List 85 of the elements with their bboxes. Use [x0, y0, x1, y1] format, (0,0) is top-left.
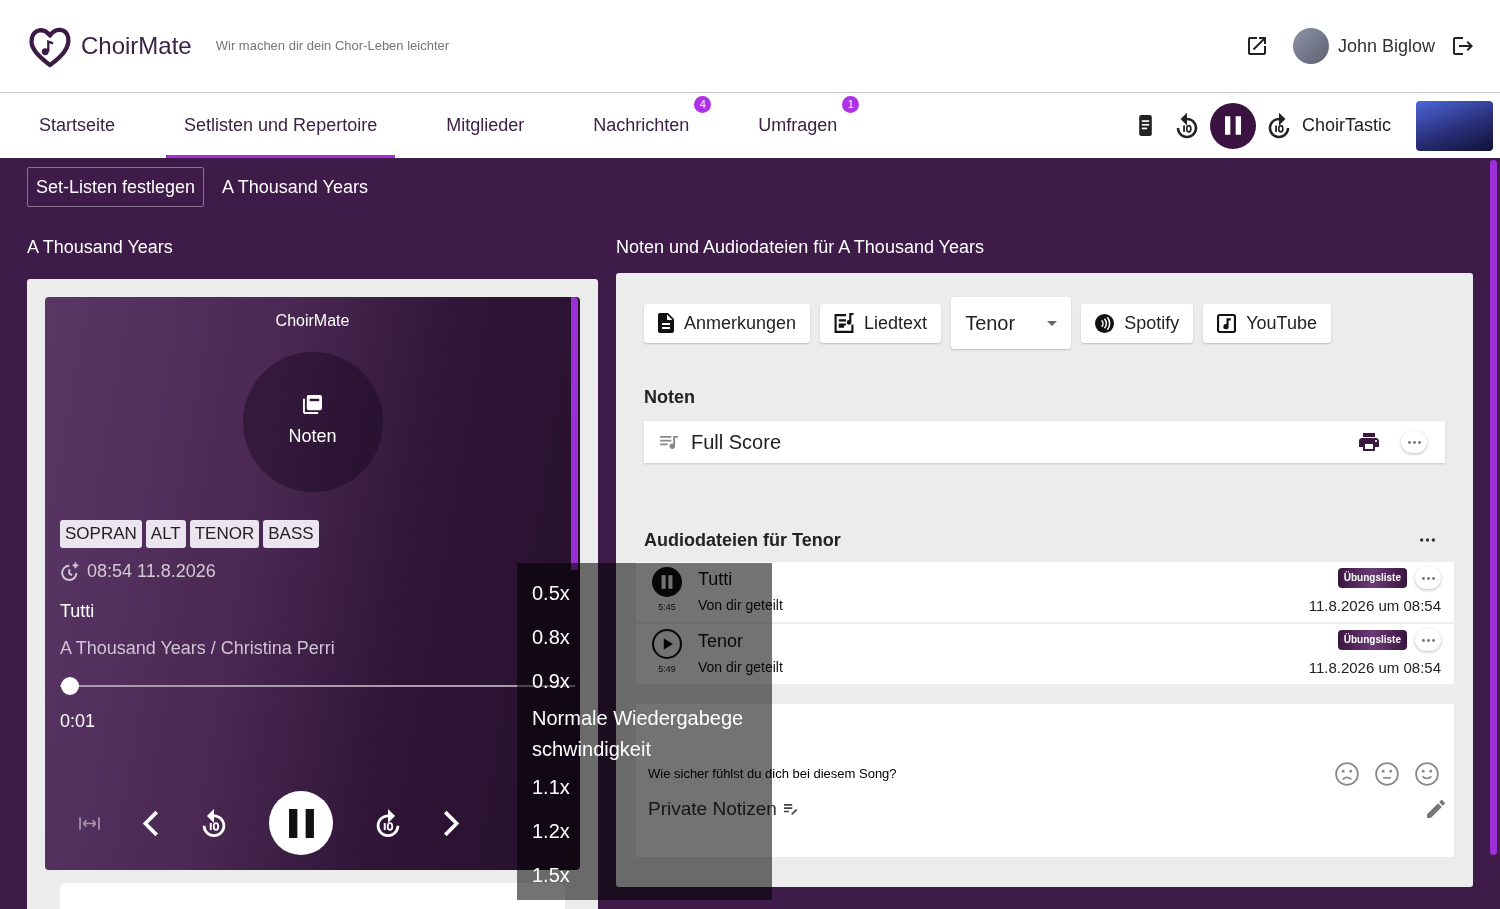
voice-chip[interactable]: ALT [145, 520, 186, 548]
caret-icon [1047, 320, 1058, 326]
voice-dropdown[interactable]: Tenor [951, 297, 1072, 349]
phone-icon[interactable] [1138, 115, 1152, 136]
edit-notes-icon [783, 803, 798, 815]
neutral-face-icon[interactable] [1375, 762, 1399, 786]
section-heading: Noten und Audiodateien für A Thousand Years [616, 236, 985, 258]
more-icon [1407, 440, 1421, 444]
nav-tab[interactable]: Startseite [21, 93, 134, 158]
replay-icon[interactable] [202, 808, 226, 838]
sad-face-icon[interactable] [1335, 762, 1359, 786]
count-badge: 1 [842, 96, 860, 113]
voice-chip[interactable]: SOPRAN [60, 520, 142, 548]
shared-date: 11.8.2026 um 08:54 [1308, 659, 1441, 677]
pencil-icon[interactable] [1427, 800, 1445, 818]
audio-title: Tenor [698, 630, 745, 652]
sound-circle-icon [1095, 313, 1115, 333]
more-icon[interactable] [1420, 538, 1435, 542]
player-brand: ChoirMate [274, 311, 351, 331]
fit-width-icon[interactable] [79, 816, 100, 830]
lyrics-icon [834, 312, 855, 334]
chevron-right-icon[interactable] [443, 809, 459, 837]
speed-option[interactable]: 1.5x [532, 853, 570, 897]
pause-icon [1224, 116, 1241, 135]
playlist-tag: Übungsliste [1337, 630, 1407, 650]
document-icon [658, 313, 674, 333]
confidence-question: Wie sicher fühlst du dich bei diesem Song? [648, 765, 897, 784]
pause-icon [288, 808, 314, 838]
nav-tab[interactable]: Mitglieder [428, 93, 543, 158]
replay-icon[interactable] [1175, 112, 1198, 139]
breadcrumb-current: A Thousand Years [222, 175, 368, 199]
audio-title: Tutti [698, 568, 734, 590]
user-name[interactable]: John Biglow [1337, 32, 1435, 60]
more-icon [1421, 576, 1435, 580]
happy-face-icon[interactable] [1415, 762, 1439, 786]
scrollbar-thumb[interactable] [1490, 160, 1497, 855]
breadcrumb-button[interactable]: Set-Listen festlegen [27, 167, 205, 207]
more-button[interactable] [1415, 629, 1441, 651]
more-button[interactable] [1401, 431, 1427, 453]
seek-thumb[interactable] [61, 677, 80, 695]
speed-option[interactable]: 0.8x [532, 615, 570, 659]
speed-option[interactable]: 1.1x [532, 765, 570, 809]
speed-option[interactable]: 1.2x [532, 809, 570, 853]
now-playing-title: ChoirTastic [1301, 114, 1391, 137]
scrollbar-thumb[interactable] [571, 297, 578, 570]
count-badge: 4 [694, 96, 712, 113]
logout-icon[interactable] [1453, 37, 1473, 55]
play-circle-icon[interactable] [652, 629, 682, 659]
tagline: Wir machen dir dein Chor-Leben leichter [215, 37, 450, 56]
speed-option[interactable]: 0.9x [532, 659, 570, 703]
score-row[interactable]: Full Score [644, 421, 1445, 463]
action-button[interactable]: Anmerkungen [644, 303, 811, 343]
action-button[interactable]: Liedtext [820, 303, 942, 343]
brand-name: ChoirMate [81, 31, 192, 61]
section-label: Noten [644, 386, 696, 408]
section-heading: A Thousand Years [27, 236, 174, 258]
external-link-icon[interactable] [1247, 37, 1266, 55]
cover-circle[interactable]: Noten [242, 352, 383, 492]
duration: 5:45 [658, 602, 676, 612]
forward-icon[interactable] [1267, 112, 1290, 139]
voice-chip[interactable]: TENOR [189, 520, 260, 548]
chevron-left-icon[interactable] [143, 809, 159, 837]
playlist-tag: Übungsliste [1337, 568, 1407, 588]
documents-icon [303, 394, 322, 414]
shared-date: 11.8.2026 um 08:54 [1308, 597, 1441, 615]
track-title: Tutti [60, 600, 96, 622]
added-timestamp: 08:54 11.8.2026 [87, 560, 216, 582]
duration: 5:49 [658, 664, 676, 674]
avatar-placeholder[interactable] [1292, 28, 1329, 64]
clock-icon [60, 561, 79, 581]
sheet-list-icon [660, 435, 679, 449]
section-label: Audiodateien für Tenor [644, 529, 841, 551]
more-button[interactable] [1415, 567, 1441, 589]
nav-tab[interactable]: Setlisten und Repertoire [166, 93, 396, 158]
voice-chip[interactable]: BASS [263, 520, 319, 548]
score-title: Full Score [691, 430, 782, 455]
music-note-icon [1217, 313, 1237, 333]
printer-icon[interactable] [1359, 433, 1379, 451]
cover-label: Noten [288, 424, 337, 448]
action-button[interactable]: Spotify [1081, 303, 1194, 343]
more-icon [1421, 638, 1435, 642]
forward-icon[interactable] [376, 808, 400, 838]
pause-circle-icon[interactable] [652, 567, 682, 597]
speed-option[interactable]: 0.5x [532, 571, 570, 615]
action-button[interactable]: YouTube [1203, 303, 1331, 343]
